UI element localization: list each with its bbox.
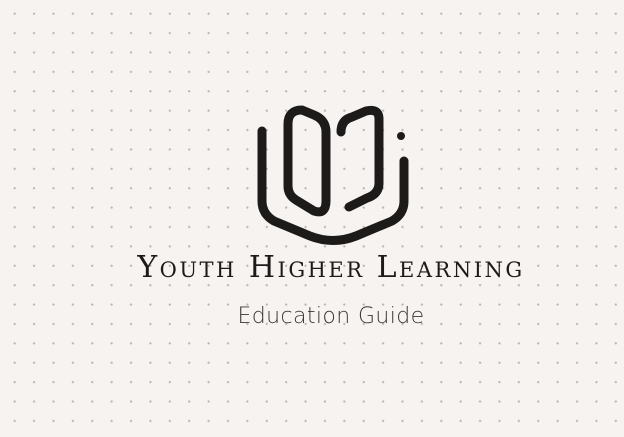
brand-title: Youth Higher Learning: [137, 250, 525, 285]
brand-subtitle: Education Guide: [237, 304, 425, 329]
open-book-icon: [248, 100, 418, 250]
